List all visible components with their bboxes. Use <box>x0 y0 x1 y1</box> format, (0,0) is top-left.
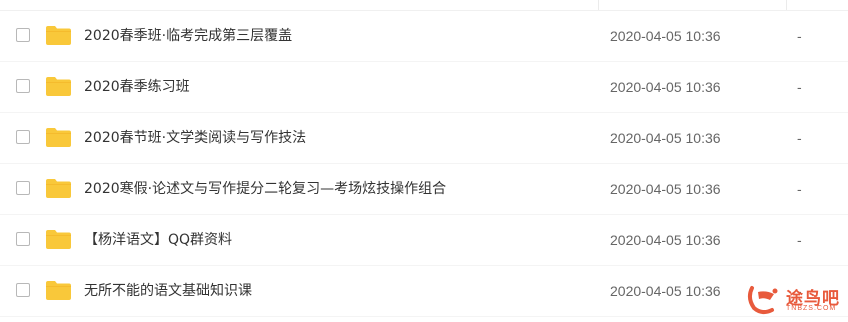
file-row[interactable]: 2020春节班·文学类阅读与写作技法 2020-04-05 10:36 - <box>0 113 848 164</box>
row-checkbox[interactable] <box>16 181 30 195</box>
header-divider[interactable] <box>786 0 787 10</box>
site-watermark: 途鸟吧 TNBZS.COM <box>744 282 844 318</box>
file-size: - <box>797 232 802 248</box>
file-name[interactable]: 【杨洋语文】QQ群资料 <box>84 230 232 250</box>
modified-date: 2020-04-05 10:36 <box>610 283 721 299</box>
modified-date: 2020-04-05 10:36 <box>610 181 721 197</box>
file-name[interactable]: 2020春季班·临考完成第三层覆盖 <box>84 26 292 46</box>
folder-icon[interactable] <box>45 127 72 148</box>
file-name[interactable]: 2020春季练习班 <box>84 77 190 97</box>
modified-date: 2020-04-05 10:36 <box>610 130 721 146</box>
file-row[interactable]: 【杨洋语文】QQ群资料 2020-04-05 10:36 - <box>0 215 848 266</box>
file-size: - <box>797 130 802 146</box>
file-row[interactable]: 2020春季练习班 2020-04-05 10:36 - <box>0 62 848 113</box>
header-divider[interactable] <box>598 0 599 10</box>
row-checkbox[interactable] <box>16 232 30 246</box>
file-size: - <box>797 181 802 197</box>
row-checkbox[interactable] <box>16 130 30 144</box>
file-name[interactable]: 2020春节班·文学类阅读与写作技法 <box>84 128 306 148</box>
folder-icon[interactable] <box>45 25 72 46</box>
watermark-subtext: TNBZS.COM <box>786 305 837 312</box>
file-row[interactable]: 2020春季班·临考完成第三层覆盖 2020-04-05 10:36 - <box>0 11 848 62</box>
file-list: 2020春季班·临考完成第三层覆盖 2020-04-05 10:36 - 202… <box>0 11 848 317</box>
column-header-strip <box>0 0 848 11</box>
row-checkbox[interactable] <box>16 28 30 42</box>
row-checkbox[interactable] <box>16 283 30 297</box>
file-name[interactable]: 2020寒假·论述文与写作提分二轮复习—考场炫技操作组合 <box>84 179 446 199</box>
folder-icon[interactable] <box>45 76 72 97</box>
modified-date: 2020-04-05 10:36 <box>610 232 721 248</box>
watermark-logo-icon <box>747 286 778 315</box>
modified-date: 2020-04-05 10:36 <box>610 28 721 44</box>
file-row[interactable]: 2020寒假·论述文与写作提分二轮复习—考场炫技操作组合 2020-04-05 … <box>0 164 848 215</box>
folder-icon[interactable] <box>45 280 72 301</box>
folder-icon[interactable] <box>45 178 72 199</box>
row-checkbox[interactable] <box>16 79 30 93</box>
modified-date: 2020-04-05 10:36 <box>610 79 721 95</box>
file-name[interactable]: 无所不能的语文基础知识课 <box>84 281 252 301</box>
file-size: - <box>797 28 802 44</box>
folder-icon[interactable] <box>45 229 72 250</box>
file-row[interactable]: 无所不能的语文基础知识课 2020-04-05 10:36 - <box>0 266 848 317</box>
file-size: - <box>797 79 802 95</box>
